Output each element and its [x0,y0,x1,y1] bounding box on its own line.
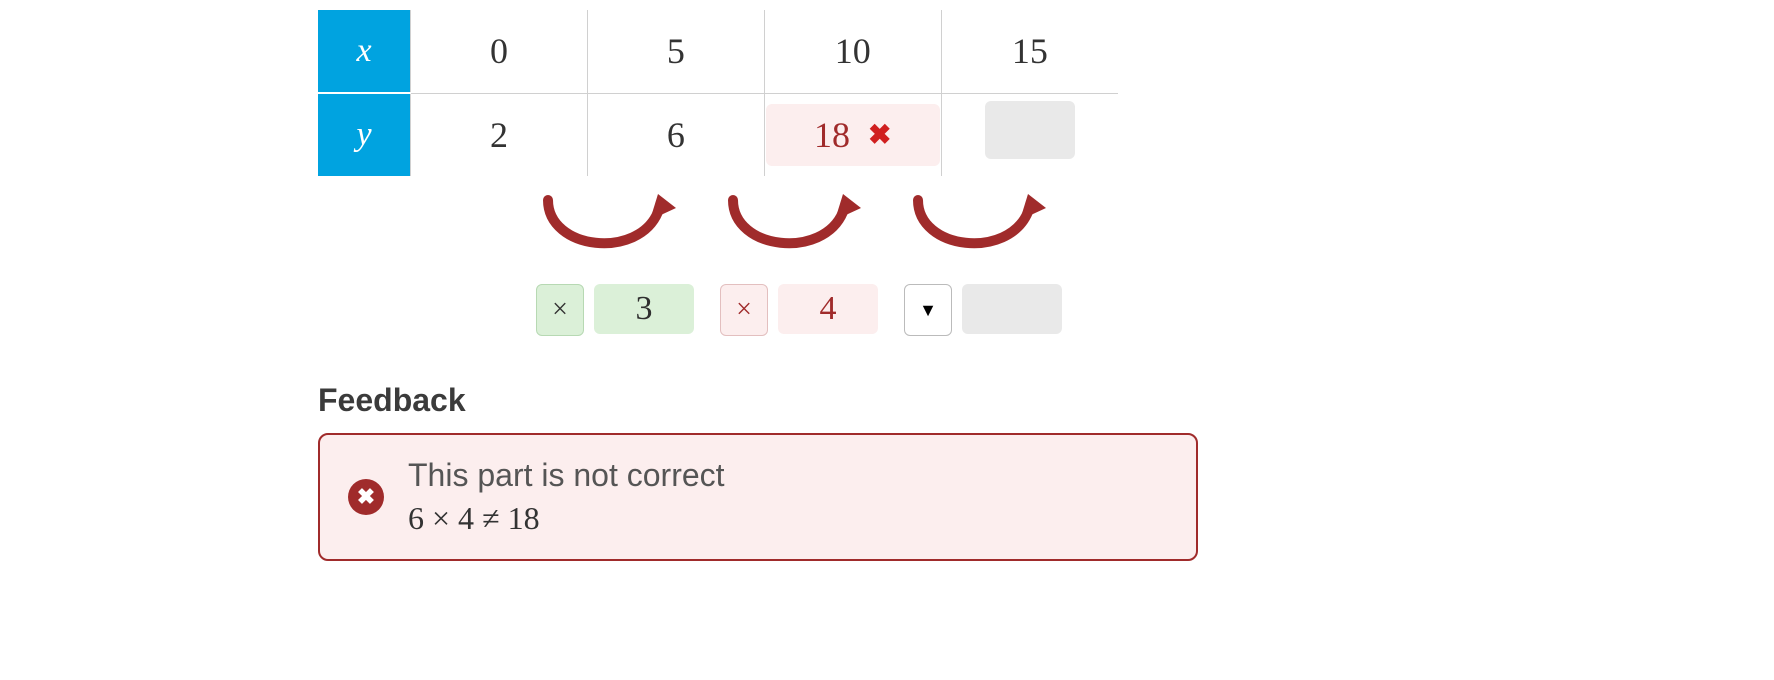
y-cell-3[interactable] [941,93,1118,176]
op-2-value-input[interactable]: 4 [778,284,878,334]
op-2-symbol-button[interactable]: × [720,284,768,336]
arrow-row [318,190,1238,280]
feedback-line2: 6 × 4 ≠ 18 [408,500,725,537]
arrow-3 [898,190,1058,270]
error-circle-icon: ✖ [348,479,384,515]
x-cell-0: 0 [411,10,588,93]
op-1[interactable]: × 3 [536,284,694,336]
y-cell-wrong-value: 18 [814,114,850,156]
op-1-symbol-button[interactable]: × [536,284,584,336]
x-cell-2: 10 [764,10,941,93]
op-1-value-input[interactable]: 3 [594,284,694,334]
y-cell-wrong-box[interactable]: 18 ✖ [766,104,940,166]
op-3[interactable]: ▼ [904,284,1062,336]
row-y-header: y [318,93,411,176]
op-3-value-input[interactable] [962,284,1062,334]
x-cell-3: 15 [941,10,1118,93]
y-cell-2[interactable]: 18 ✖ [764,93,941,176]
row-x-header: x [318,10,411,93]
x-cell-1: 5 [587,10,764,93]
y-cell-0: 2 [411,93,588,176]
arrow-2 [713,190,873,270]
wrong-x-icon: ✖ [868,118,891,151]
y-cell-empty-box[interactable] [985,101,1075,159]
op-3-symbol-dropdown[interactable]: ▼ [904,284,952,336]
op-2[interactable]: × 4 [720,284,878,336]
feedback-line1: This part is not correct [408,457,725,494]
y-cell-1: 6 [587,93,764,176]
feedback-heading: Feedback [318,382,1238,419]
xy-table: x 0 5 10 15 y 2 6 18 ✖ [318,10,1118,176]
arrow-1 [528,190,688,270]
feedback-box: ✖ This part is not correct 6 × 4 ≠ 18 [318,433,1198,561]
operations-row: × 3 × 4 ▼ [318,284,1238,344]
